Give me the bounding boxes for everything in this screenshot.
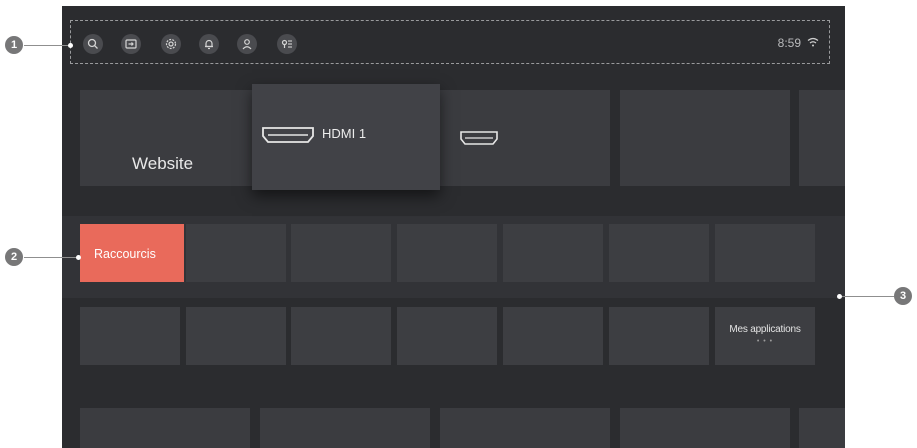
account-icon[interactable] (237, 34, 257, 54)
content-tile[interactable] (799, 408, 845, 448)
callout-3: 3 (894, 287, 912, 305)
wifi-icon (807, 37, 819, 47)
raccourcis-label: Raccourcis (94, 247, 156, 261)
source-row: Website HDMI 1 (62, 84, 845, 190)
shortcut-tile[interactable] (715, 224, 815, 282)
content-tile[interactable] (620, 408, 790, 448)
callout-1: 1 (5, 36, 23, 54)
mes-applications-tile[interactable]: Mes applications • • • (715, 307, 815, 365)
content-tile[interactable] (80, 408, 250, 448)
hdmi1-tile[interactable]: HDMI 1 (252, 84, 440, 190)
callout-1-leader (24, 45, 71, 46)
callout-3-dot (837, 294, 842, 299)
content-tile[interactable] (440, 408, 610, 448)
tv-home-screen: 8:59 Website HDMI 1 Raccourcis Mes appli… (62, 6, 845, 448)
callout-2-leader (24, 257, 78, 258)
notifications-icon[interactable] (199, 34, 219, 54)
callout-2: 2 (5, 248, 23, 266)
website-tile[interactable]: Website (80, 90, 256, 186)
app-tile[interactable] (291, 307, 391, 365)
callout-3-leader (842, 296, 894, 297)
app-tile[interactable] (80, 307, 180, 365)
hdmi-icon (262, 127, 314, 143)
raccourcis-tile[interactable]: Raccourcis (80, 224, 184, 282)
callout-2-dot (76, 255, 81, 260)
app-tile[interactable] (503, 307, 603, 365)
shortcut-tile[interactable] (397, 224, 497, 282)
more-dots-icon: • • • (756, 338, 774, 345)
source-tile[interactable] (799, 90, 845, 186)
app-tile[interactable] (397, 307, 497, 365)
shortcut-tile[interactable] (291, 224, 391, 282)
shortcut-tile[interactable] (503, 224, 603, 282)
mes-applications-label: Mes applications (729, 324, 801, 335)
source-tile[interactable] (620, 90, 790, 186)
input-source-icon[interactable] (121, 34, 141, 54)
shortcut-tile[interactable] (186, 224, 286, 282)
shortcuts-row: Raccourcis (62, 216, 845, 298)
app-tile[interactable] (609, 307, 709, 365)
assistant-icon[interactable] (277, 34, 297, 54)
hdmi-icon (460, 131, 498, 145)
settings-icon[interactable] (161, 34, 181, 54)
website-label: Website (132, 154, 194, 173)
hdmi1-label: HDMI 1 (322, 126, 367, 141)
top-status-bar: 8:59 (70, 20, 830, 64)
clock-time: 8:59 (777, 36, 801, 50)
app-tile[interactable] (186, 307, 286, 365)
search-icon[interactable] (83, 34, 103, 54)
hdmi2-tile[interactable] (440, 90, 610, 186)
callout-1-dot (68, 43, 73, 48)
content-tile[interactable] (260, 408, 430, 448)
shortcut-tile[interactable] (609, 224, 709, 282)
